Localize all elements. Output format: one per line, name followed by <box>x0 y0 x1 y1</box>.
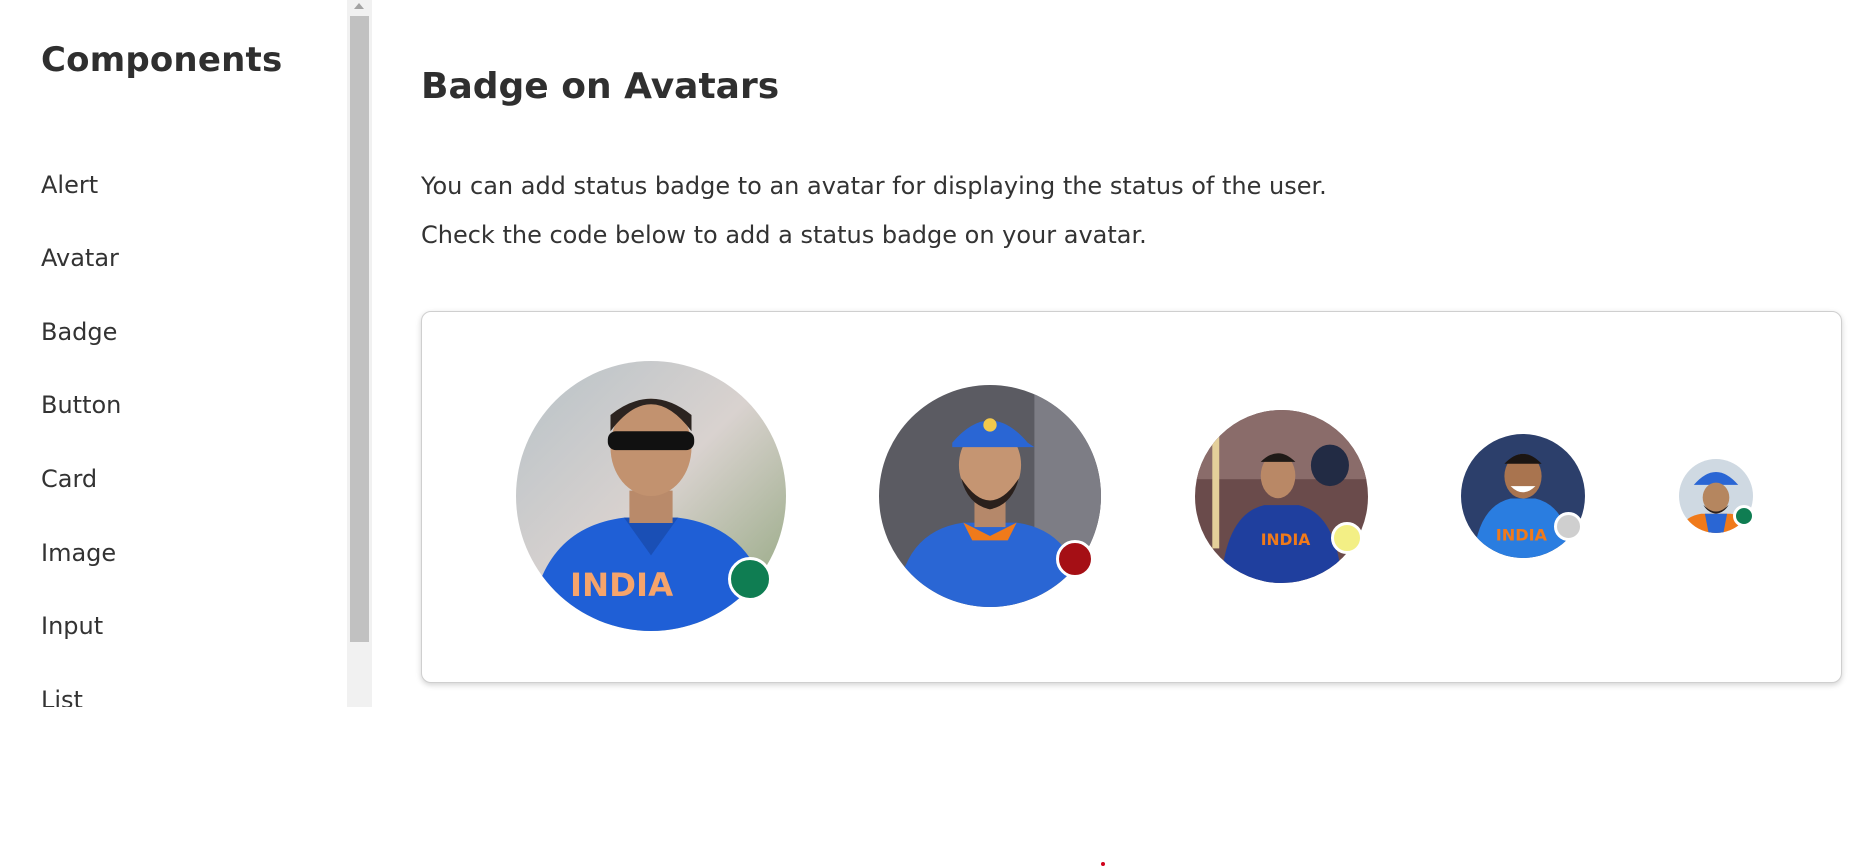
svg-text:INDIA: INDIA <box>1496 526 1548 545</box>
avatar-md: INDIA <box>1195 410 1368 583</box>
sidebar-item-list[interactable]: List <box>41 686 83 707</box>
sidebar-scrollbar[interactable] <box>347 0 372 707</box>
description-line-2: Check the code below to add a status bad… <box>421 221 1147 249</box>
status-badge-online <box>728 557 772 601</box>
player-photo-icon: INDIA <box>1195 410 1368 583</box>
svg-text:INDIA: INDIA <box>1261 531 1311 549</box>
sidebar-item-button[interactable]: Button <box>41 391 121 419</box>
avatar-xs <box>1679 459 1755 533</box>
sidebar: Components Alert Avatar Badge Button Car… <box>0 0 347 707</box>
page-title: Badge on Avatars <box>421 66 780 107</box>
decorative-dot <box>1101 862 1105 866</box>
sidebar-item-image[interactable]: Image <box>41 539 116 567</box>
status-badge-online <box>1733 505 1755 527</box>
sidebar-item-alert[interactable]: Alert <box>41 171 98 199</box>
sidebar-item-avatar[interactable]: Avatar <box>41 244 119 272</box>
status-badge-offline <box>1554 512 1583 541</box>
sidebar-item-badge[interactable]: Badge <box>41 318 117 346</box>
sidebar-title: Components <box>41 40 283 80</box>
sidebar-item-input[interactable]: Input <box>41 612 103 640</box>
svg-text:INDIA: INDIA <box>570 566 673 604</box>
avatar-sm: INDIA <box>1461 434 1585 558</box>
scroll-up-arrow-icon[interactable] <box>347 0 372 14</box>
scrollbar-thumb[interactable] <box>350 16 369 642</box>
sidebar-item-card[interactable]: Card <box>41 465 97 493</box>
status-badge-busy <box>1056 540 1094 578</box>
status-badge-away <box>1331 522 1363 554</box>
avatar-xl: INDIA <box>516 361 786 631</box>
avatar-demo-card: INDIA INDIA INDIA <box>421 311 1842 683</box>
avatar-lg <box>879 385 1101 607</box>
description-line-1: You can add status badge to an avatar fo… <box>421 172 1327 200</box>
